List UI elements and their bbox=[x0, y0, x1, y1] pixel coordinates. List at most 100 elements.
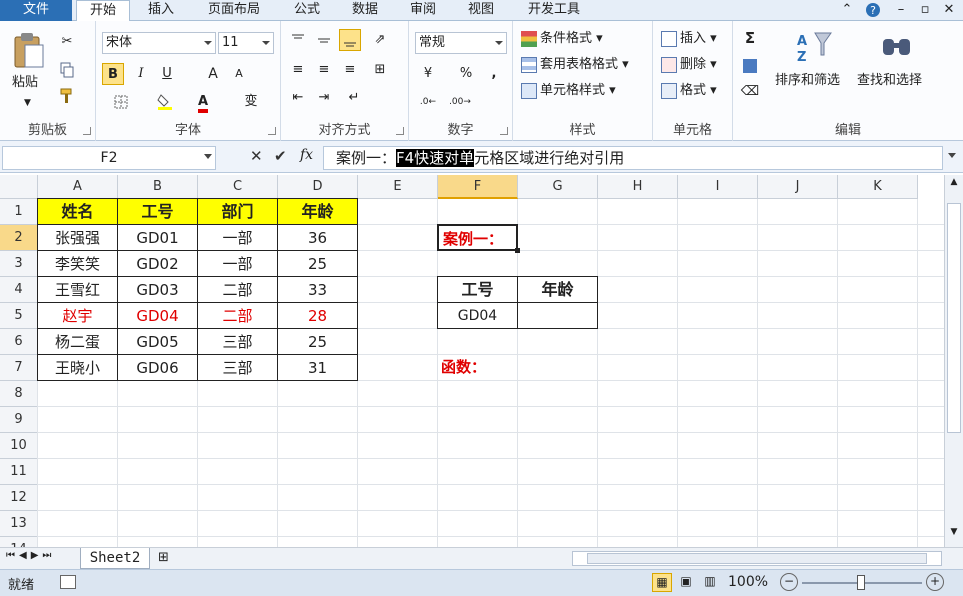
column-header[interactable]: F bbox=[438, 175, 518, 199]
dialog-launcher-icon[interactable] bbox=[83, 127, 91, 135]
paste-button[interactable]: 粘贴 bbox=[12, 73, 38, 93]
horizontal-scrollbar[interactable] bbox=[572, 551, 942, 566]
table-cell[interactable]: 二部 bbox=[197, 302, 278, 329]
insert-function-button[interactable]: fx bbox=[300, 147, 313, 163]
decrease-decimal-icon[interactable]: .00→ bbox=[449, 91, 471, 113]
table-cell[interactable]: 杨二蛋 bbox=[37, 328, 118, 355]
row-header[interactable]: 8 bbox=[0, 381, 38, 407]
alignment-dialog-launcher-icon[interactable] bbox=[396, 127, 404, 135]
lookup-header-cell[interactable]: 工号 bbox=[437, 276, 518, 303]
table-cell[interactable]: GD05 bbox=[117, 328, 198, 355]
clear-icon[interactable]: ⌫ bbox=[739, 81, 761, 103]
align-left-icon[interactable]: ≡ bbox=[287, 59, 309, 81]
align-middle-icon[interactable] bbox=[313, 29, 335, 51]
tab-view[interactable]: 视图 bbox=[458, 0, 504, 21]
row-header[interactable]: 10 bbox=[0, 433, 38, 459]
align-center-icon[interactable]: ≡ bbox=[313, 59, 335, 81]
row-header[interactable]: 12 bbox=[0, 485, 38, 511]
row-header[interactable]: 13 bbox=[0, 511, 38, 537]
table-cell[interactable]: GD02 bbox=[117, 250, 198, 277]
tab-data[interactable]: 数据 bbox=[342, 0, 388, 21]
scroll-thumb[interactable] bbox=[947, 203, 961, 433]
paste-icon[interactable] bbox=[12, 31, 46, 71]
row-header[interactable]: 9 bbox=[0, 407, 38, 433]
table-cell[interactable]: GD04 bbox=[117, 302, 198, 329]
table-header-cell[interactable]: 姓名 bbox=[37, 198, 118, 225]
number-dialog-launcher-icon[interactable] bbox=[500, 127, 508, 135]
table-cell[interactable]: GD06 bbox=[117, 354, 198, 381]
fill-color-icon[interactable] bbox=[154, 91, 176, 113]
sort-filter-icon[interactable]: AZ bbox=[793, 29, 833, 65]
page-break-view-icon[interactable]: ▥ bbox=[700, 573, 720, 592]
copy-icon[interactable] bbox=[56, 59, 78, 81]
vertical-scrollbar[interactable]: ▲ ▼ bbox=[944, 175, 963, 547]
lookup-result-cell[interactable] bbox=[517, 302, 598, 329]
enter-icon[interactable]: ✔ bbox=[274, 147, 287, 165]
increase-decimal-icon[interactable]: .0← bbox=[417, 91, 439, 113]
select-all-corner[interactable] bbox=[0, 175, 38, 199]
cancel-icon[interactable]: ✕ bbox=[250, 147, 263, 165]
autosum-button[interactable]: Σ bbox=[739, 27, 761, 49]
minimize-icon[interactable]: – bbox=[892, 0, 910, 21]
wrap-text-icon[interactable]: ↵ bbox=[343, 87, 365, 109]
name-box[interactable]: F2 bbox=[2, 146, 216, 170]
tab-review[interactable]: 审阅 bbox=[400, 0, 446, 21]
table-header-cell[interactable]: 工号 bbox=[117, 198, 198, 225]
normal-view-icon[interactable]: ▦ bbox=[652, 573, 672, 592]
number-format-select[interactable]: 常规 bbox=[415, 32, 507, 54]
column-header[interactable]: E bbox=[358, 175, 438, 199]
table-header-cell[interactable]: 年龄 bbox=[277, 198, 358, 225]
conditional-format-button[interactable]: 条件格式 ▾ bbox=[521, 29, 603, 49]
shrink-font-button[interactable]: A bbox=[228, 63, 250, 85]
column-header[interactable]: A bbox=[38, 175, 118, 199]
align-right-icon[interactable]: ≡ bbox=[339, 59, 361, 81]
find-select-icon[interactable] bbox=[879, 31, 915, 63]
table-cell[interactable]: 张强强 bbox=[37, 224, 118, 251]
format-cells-button[interactable]: 格式 ▾ bbox=[661, 81, 717, 101]
borders-icon[interactable] bbox=[110, 91, 132, 113]
column-header[interactable]: J bbox=[758, 175, 838, 199]
merge-center-icon[interactable]: ⊞ bbox=[369, 59, 391, 81]
tab-home[interactable]: 开始 bbox=[76, 0, 130, 22]
scroll-down-icon[interactable]: ▼ bbox=[947, 527, 961, 545]
restore-icon[interactable]: ▫ bbox=[916, 0, 934, 21]
align-bottom-icon[interactable] bbox=[339, 29, 361, 51]
row-header[interactable]: 6 bbox=[0, 329, 38, 355]
table-cell[interactable]: 三部 bbox=[197, 354, 278, 381]
zoom-slider-thumb[interactable] bbox=[857, 575, 865, 590]
zoom-slider[interactable] bbox=[802, 575, 922, 590]
table-cell[interactable]: 28 bbox=[277, 302, 358, 329]
zoom-level[interactable]: 100% bbox=[728, 574, 768, 590]
format-painter-icon[interactable] bbox=[56, 85, 78, 107]
sheet-nav-icon[interactable]: ⏮◀▶⏭ bbox=[6, 550, 55, 561]
sheet-tab[interactable]: Sheet2 bbox=[80, 548, 150, 569]
format-as-table-button[interactable]: 套用表格格式 ▾ bbox=[521, 55, 629, 75]
cut-icon[interactable]: ✂ bbox=[56, 31, 78, 53]
lookup-value-cell[interactable]: GD04 bbox=[437, 302, 518, 329]
decrease-indent-icon[interactable]: ⇤ bbox=[287, 87, 309, 109]
insert-cells-button[interactable]: 插入 ▾ bbox=[661, 29, 717, 49]
font-color-icon[interactable]: A bbox=[192, 91, 214, 113]
row-header[interactable]: 3 bbox=[0, 251, 38, 277]
percent-button[interactable]: % bbox=[455, 63, 477, 85]
table-cell[interactable]: 王雪红 bbox=[37, 276, 118, 303]
row-header[interactable]: 7 bbox=[0, 355, 38, 381]
tab-page-layout[interactable]: 页面布局 bbox=[196, 0, 272, 21]
tab-formulas[interactable]: 公式 bbox=[284, 0, 330, 21]
table-cell[interactable]: 王晓小 bbox=[37, 354, 118, 381]
expand-formula-bar-icon[interactable] bbox=[948, 153, 956, 158]
table-cell[interactable]: GD01 bbox=[117, 224, 198, 251]
grow-font-button[interactable]: A bbox=[202, 63, 224, 85]
font-dialog-launcher-icon[interactable] bbox=[268, 127, 276, 135]
paste-dropdown-icon[interactable]: ▼ bbox=[24, 93, 31, 113]
phonetic-icon[interactable]: 变 bbox=[240, 91, 262, 113]
new-sheet-icon[interactable]: ⊞ bbox=[158, 550, 169, 565]
row-header[interactable]: 4 bbox=[0, 277, 38, 303]
table-cell[interactable]: 二部 bbox=[197, 276, 278, 303]
table-cell[interactable]: 25 bbox=[277, 250, 358, 277]
close-icon[interactable]: ✕ bbox=[940, 0, 958, 21]
row-header[interactable]: 1 bbox=[0, 199, 38, 225]
sort-filter-button[interactable]: 排序和筛选 bbox=[775, 71, 840, 91]
table-cell[interactable]: 三部 bbox=[197, 328, 278, 355]
function-label-cell[interactable]: 函数： bbox=[437, 354, 518, 381]
